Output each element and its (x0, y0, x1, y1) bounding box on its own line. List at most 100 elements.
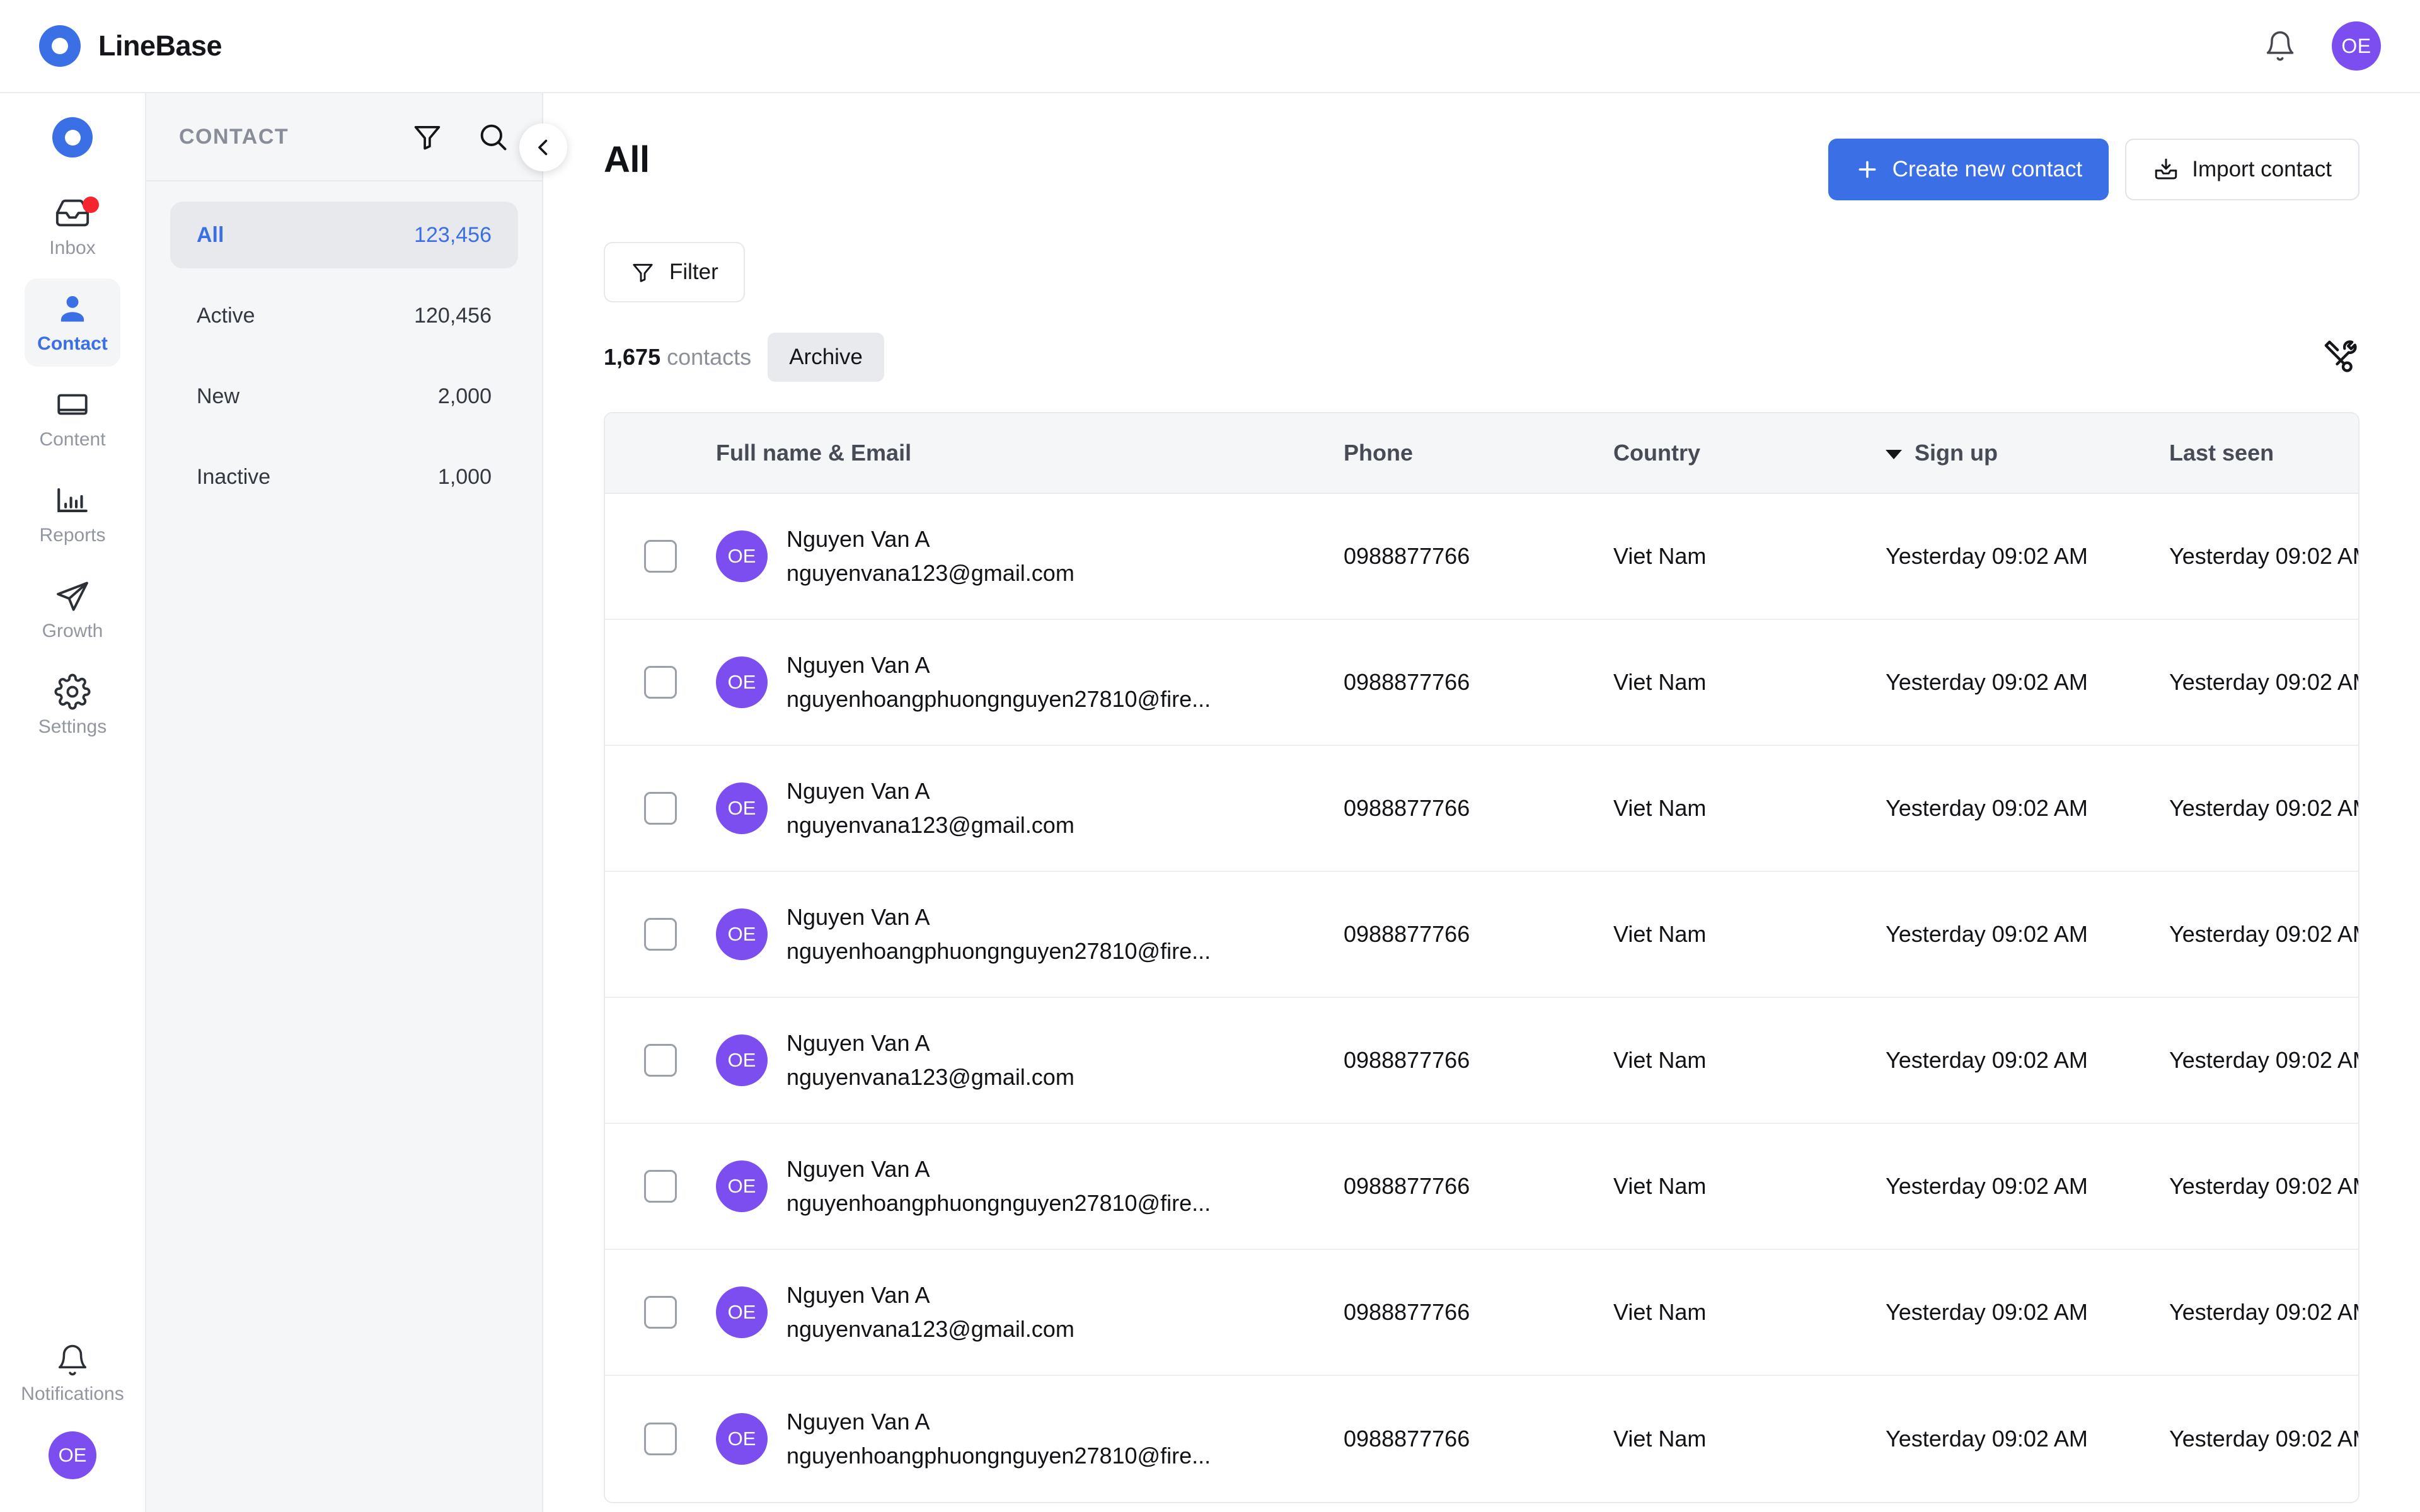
sidebar-item-reports[interactable]: Reports (25, 470, 120, 558)
panel-header: CONTACT (146, 93, 542, 181)
panel-item-new[interactable]: New 2,000 (170, 363, 518, 430)
row-checkbox[interactable] (644, 1423, 677, 1455)
contact-phone: 0988877766 (1344, 1173, 1470, 1199)
name-cell: OE Nguyen Van A nguyenvana123@gmail.com (716, 1030, 1344, 1091)
ring-logo-icon (39, 25, 81, 67)
table-row[interactable]: OE Nguyen Van A nguyenvana123@gmail.com 098… (605, 494, 2358, 620)
contact-phone: 0988877766 (1344, 1299, 1470, 1325)
search-icon[interactable] (476, 120, 509, 153)
contact-country: Viet Nam (1613, 1047, 1707, 1073)
column-header-name[interactable]: Full name & Email (716, 440, 1344, 466)
table-row[interactable]: OE Nguyen Van A nguyenvana123@gmail.com 098… (605, 998, 2358, 1124)
contact-email: nguyenhoangphuongnguyen27810@fire... (786, 938, 1211, 964)
chevron-left-icon (532, 136, 555, 159)
column-header-country[interactable]: Country (1613, 440, 1886, 466)
contact-email: nguyenvana123@gmail.com (786, 1064, 1075, 1090)
bell-icon[interactable] (2264, 30, 2296, 62)
table-row[interactable]: OE Nguyen Van A nguyenvana123@gmail.com 098… (605, 746, 2358, 872)
send-icon (54, 578, 91, 614)
table-row[interactable]: OE Nguyen Van A nguyenhoangphuongnguyen278… (605, 1124, 2358, 1250)
avatar: OE (716, 530, 768, 582)
name-cell: OE Nguyen Van A nguyenhoangphuongnguyen278… (716, 1156, 1344, 1217)
contact-signup: Yesterday 09:02 AM (1886, 543, 2088, 569)
row-checkbox[interactable] (644, 1170, 677, 1203)
sidebar-item-growth[interactable]: Growth (25, 566, 120, 654)
archive-button[interactable]: Archive (768, 333, 884, 382)
avatar: OE (716, 1160, 768, 1212)
column-header-signup-label: Sign up (1915, 440, 1998, 466)
panel-item-count: 120,456 (414, 303, 492, 328)
contact-country: Viet Nam (1613, 795, 1707, 821)
contact-phone: 0988877766 (1344, 543, 1470, 569)
column-header-lastseen[interactable]: Last seen (2169, 440, 2358, 466)
contact-phone: 0988877766 (1344, 795, 1470, 821)
funnel-icon (630, 260, 655, 285)
contact-lastseen: Yesterday 09:02 AM (2169, 669, 2360, 695)
row-checkbox[interactable] (644, 918, 677, 951)
sidebar-item-settings[interactable]: Settings (25, 662, 120, 750)
avatar[interactable]: OE (49, 1431, 96, 1479)
avatar[interactable]: OE (2332, 21, 2381, 71)
column-header-signup[interactable]: Sign up (1886, 440, 2169, 466)
plus-icon (1855, 157, 1880, 182)
contacts-count-unit: contacts (667, 344, 752, 370)
ring-logo-icon[interactable] (52, 117, 93, 158)
table-row[interactable]: OE Nguyen Van A nguyenvana123@gmail.com 098… (605, 1250, 2358, 1376)
sidebar-item-notifications[interactable]: Notifications (21, 1343, 124, 1405)
filter-button[interactable]: Filter (604, 242, 745, 302)
sidebar-item-label: Reports (39, 525, 106, 546)
panel-collapse-button[interactable] (519, 123, 567, 171)
contact-signup: Yesterday 09:02 AM (1886, 921, 2088, 947)
avatar: OE (716, 782, 768, 834)
create-new-contact-button[interactable]: Create new contact (1828, 139, 2109, 200)
row-checkbox[interactable] (644, 1296, 677, 1329)
name-block: Nguyen Van A nguyenvana123@gmail.com (786, 526, 1075, 587)
table-row[interactable]: OE Nguyen Van A nguyenhoangphuongnguyen278… (605, 620, 2358, 746)
panel-item-label: All (197, 222, 224, 247)
name-cell: OE Nguyen Van A nguyenhoangphuongnguyen278… (716, 652, 1344, 713)
row-checkbox-cell (605, 1423, 716, 1455)
panel-item-inactive[interactable]: Inactive 1,000 (170, 444, 518, 510)
panel-item-all[interactable]: All 123,456 (170, 202, 518, 268)
sidebar-item-label: Notifications (21, 1383, 124, 1404)
column-header-phone[interactable]: Phone (1344, 440, 1613, 466)
avatar: OE (716, 908, 768, 960)
contact-country: Viet Nam (1613, 543, 1707, 569)
table-body: OE Nguyen Van A nguyenvana123@gmail.com 098… (605, 494, 2358, 1502)
contact-lastseen: Yesterday 09:02 AM (2169, 1173, 2360, 1199)
table-row[interactable]: OE Nguyen Van A nguyenhoangphuongnguyen278… (605, 1376, 2358, 1502)
tools-icon[interactable] (2323, 339, 2360, 375)
row-checkbox[interactable] (644, 540, 677, 573)
row-checkbox[interactable] (644, 666, 677, 699)
panel-item-active[interactable]: Active 120,456 (170, 282, 518, 349)
contact-name: Nguyen Van A (786, 526, 930, 552)
brand-name: LineBase (98, 30, 222, 62)
contact-signup: Yesterday 09:02 AM (1886, 1426, 2088, 1452)
sort-desc-icon (1886, 449, 1902, 459)
contact-name: Nguyen Van A (786, 904, 930, 930)
contact-name: Nguyen Van A (786, 778, 930, 804)
contact-signup: Yesterday 09:02 AM (1886, 1173, 2088, 1199)
sidebar-item-content[interactable]: Content (25, 374, 120, 462)
funnel-icon[interactable] (411, 120, 444, 153)
contacts-count: 1,675 contacts (604, 344, 751, 370)
row-checkbox[interactable] (644, 792, 677, 825)
bell-icon (55, 1343, 89, 1377)
name-cell: OE Nguyen Van A nguyenhoangphuongnguyen278… (716, 1409, 1344, 1469)
name-block: Nguyen Van A nguyenvana123@gmail.com (786, 778, 1075, 839)
row-checkbox-cell (605, 1044, 716, 1077)
panel-item-label: New (197, 384, 240, 408)
brand[interactable]: LineBase (39, 25, 222, 67)
contact-email: nguyenvana123@gmail.com (786, 560, 1075, 586)
sidebar-item-contact[interactable]: Contact (25, 278, 120, 367)
contact-name: Nguyen Van A (786, 1030, 930, 1056)
filter-label: Filter (669, 260, 718, 284)
sidebar-item-inbox[interactable]: Inbox (25, 183, 120, 271)
row-checkbox[interactable] (644, 1044, 677, 1077)
page-title: All (604, 139, 650, 180)
gear-icon (54, 673, 91, 710)
panel-item-label: Active (197, 303, 255, 328)
import-contact-label: Import contact (2192, 157, 2332, 181)
import-contact-button[interactable]: Import contact (2125, 139, 2360, 200)
table-row[interactable]: OE Nguyen Van A nguyenhoangphuongnguyen278… (605, 872, 2358, 998)
